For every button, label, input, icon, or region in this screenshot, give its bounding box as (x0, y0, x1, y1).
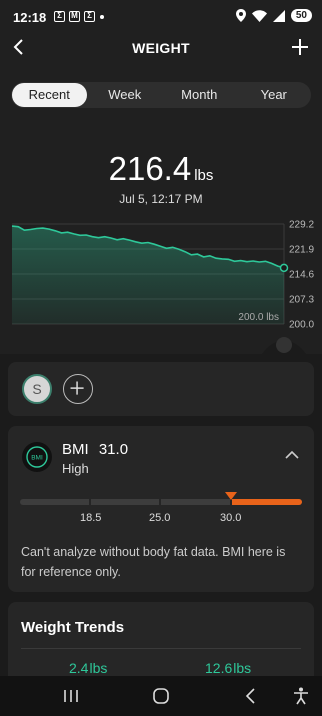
avatar[interactable]: S (22, 374, 52, 404)
chart-scrub-handle[interactable] (276, 337, 292, 353)
signal-icon (272, 9, 285, 22)
battery-indicator: 50 (290, 9, 312, 22)
period-segmented-control: Recent Week Month Year (11, 82, 311, 108)
trend-value: 2.4lbs (69, 660, 107, 676)
weight-number: 216.4 (108, 150, 192, 187)
bmi-scale-highlight (232, 499, 302, 505)
more-notifications-dot (100, 15, 104, 19)
member-selector-card: S (8, 362, 314, 416)
divider (21, 648, 301, 649)
home-icon[interactable] (151, 686, 171, 706)
current-weight: 216.4 lbs (0, 150, 322, 188)
accessibility-icon[interactable] (291, 686, 311, 706)
sigma-notification-icon: Σ (84, 11, 95, 22)
weight-trend-chart[interactable]: 229.2 221.9 214.6 207.3 200.0 200.0 lbs (0, 214, 322, 354)
trend-value: 12.6lbs (205, 660, 251, 676)
location-icon (235, 9, 246, 22)
status-bar: 12:18 Σ M Σ 50 (0, 0, 322, 34)
chart-y-tick-label: 207.3 (289, 295, 314, 306)
bmi-title: BMI (62, 441, 89, 458)
trend-number: 2.4 (69, 660, 89, 676)
chevron-up-icon[interactable] (284, 450, 300, 460)
chart-latest-point[interactable] (279, 263, 289, 273)
chart-y-tick-label: 229.2 (289, 220, 314, 231)
trend-number: 12.6 (205, 660, 233, 676)
recent-apps-icon[interactable] (61, 686, 81, 706)
sigma-notification-icon: Σ (54, 11, 65, 22)
wifi-icon (251, 9, 267, 22)
chart-baseline-label: 200.0 lbs (238, 312, 279, 323)
bmi-status: High (62, 461, 89, 476)
status-time: 12:18 (13, 10, 47, 25)
chart-y-tick-label: 214.6 (289, 270, 314, 281)
tab-year[interactable]: Year (237, 82, 312, 108)
m-notification-icon: M (69, 11, 80, 22)
system-nav-bar (0, 676, 322, 716)
page-title: WEIGHT (132, 40, 190, 56)
trend-unit: lbs (89, 660, 108, 676)
tab-recent[interactable]: Recent (12, 83, 87, 107)
chart-y-tick-label: 221.9 (289, 245, 314, 256)
bmi-scale-label: 25.0 (149, 512, 171, 524)
trends-title: Weight Trends (21, 619, 125, 636)
add-member-icon[interactable] (63, 374, 93, 404)
bmi-scale-label: 30.0 (220, 512, 242, 524)
chart-area-fill (12, 226, 284, 324)
bmi-card: BMI BMI 31.0 High 18.5 25.0 30.0 Can't a… (8, 426, 314, 592)
bmi-scale-bar (20, 498, 302, 506)
bmi-scale-label: 18.5 (80, 512, 102, 524)
add-icon[interactable] (290, 37, 310, 57)
bmi-value: 31.0 (98, 441, 129, 458)
back-icon[interactable] (241, 686, 261, 706)
tab-week[interactable]: Week (88, 82, 163, 108)
bmi-icon-text: BMI (31, 455, 43, 462)
bmi-icon: BMI (22, 442, 52, 472)
bmi-heading: BMI 31.0 (62, 441, 128, 458)
weight-summary-panel: Recent Week Month Year 216.4 lbs Jul 5, 1… (0, 74, 322, 354)
bmi-marker-icon (225, 492, 237, 500)
chart-y-tick-label: 200.0 (289, 320, 314, 331)
app-header: WEIGHT (0, 34, 322, 74)
weight-unit: lbs (194, 167, 214, 184)
tab-month[interactable]: Month (162, 82, 237, 108)
bmi-note: Can't analyze without body fat data. BMI… (21, 545, 286, 579)
trend-unit: lbs (233, 660, 252, 676)
weight-timestamp: Jul 5, 12:17 PM (119, 192, 203, 206)
